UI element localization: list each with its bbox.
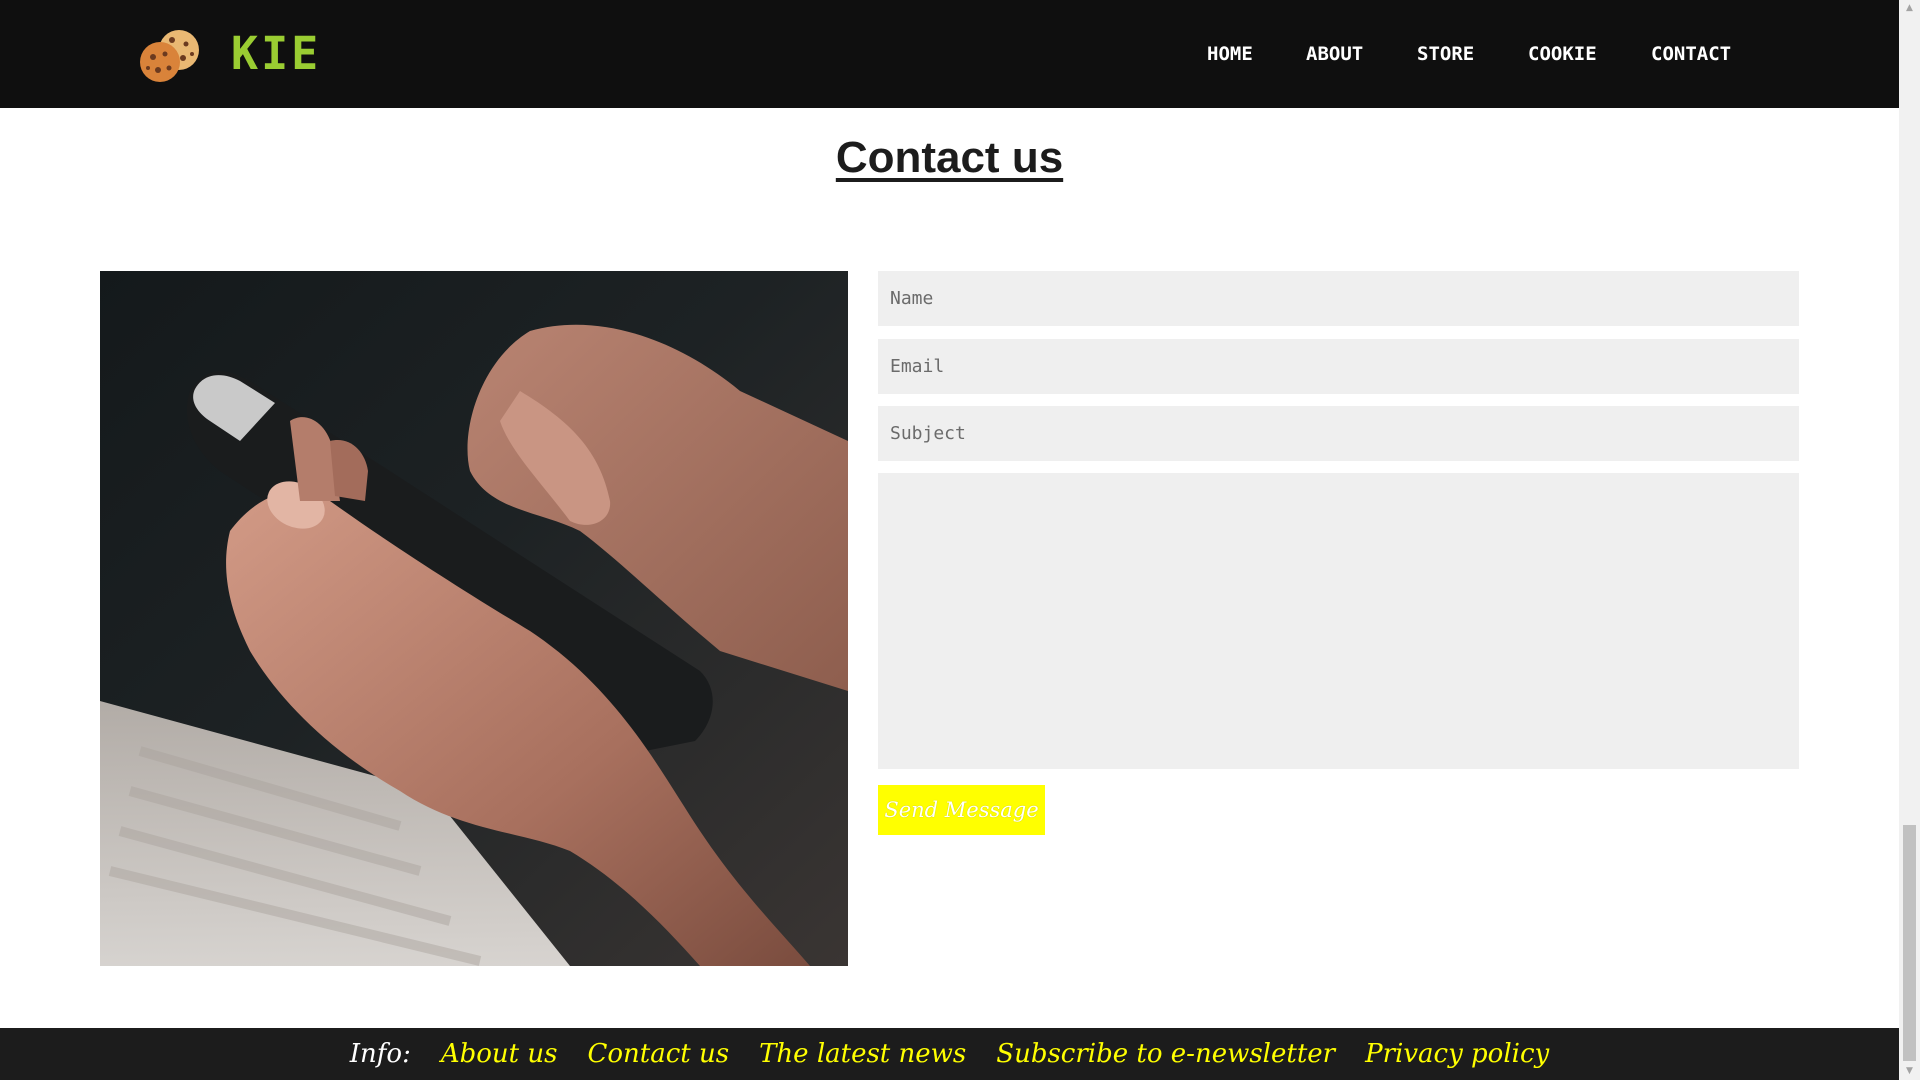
name-input[interactable] [878,271,1799,326]
page-title: Contact us [835,133,1064,182]
site-footer: Info: About us Contact us The latest new… [0,1028,1899,1080]
nav-cookie[interactable]: COOKIE [1528,42,1597,66]
message-textarea[interactable] [878,473,1799,769]
subject-input[interactable] [878,406,1799,461]
nav-home[interactable]: HOME [1207,42,1253,66]
scroll-up-icon[interactable]: ▲ [1899,0,1920,17]
email-input[interactable] [878,339,1799,394]
footer-link-about[interactable]: About us [441,1039,558,1069]
contact-photo [100,271,848,966]
main-nav: HOME ABOUT STORE COOKIE CONTACT [0,42,1899,66]
footer-link-news[interactable]: The latest news [759,1039,966,1069]
scroll-thumb[interactable] [1903,825,1916,1061]
footer-info-label: Info: [349,1039,411,1069]
scroll-down-icon[interactable]: ▼ [1899,1063,1920,1080]
footer-link-contact[interactable]: Contact us [587,1039,729,1069]
nav-store[interactable]: STORE [1417,42,1474,66]
site-header: KIE HOME ABOUT STORE COOKIE CONTACT [0,0,1899,108]
footer-link-privacy[interactable]: Privacy policy [1365,1039,1549,1069]
footer-link-newsletter[interactable]: Subscribe to e-newsletter [996,1039,1335,1069]
nav-about[interactable]: ABOUT [1306,42,1363,66]
page-scrollbar[interactable]: ▲ ▼ [1899,0,1920,1080]
nav-contact[interactable]: CONTACT [1651,42,1731,66]
send-message-button[interactable]: Send Message [878,785,1045,835]
